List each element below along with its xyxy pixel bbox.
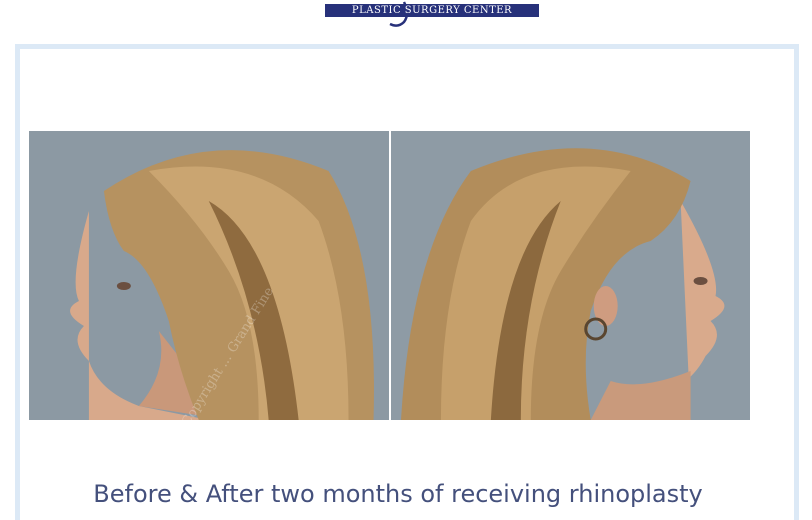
logo-wordmark[interactable]: PLASTIC SURGERY CENTER <box>325 4 539 17</box>
site-header: PLASTIC SURGERY CENTER <box>0 0 812 44</box>
after-photo[interactable] <box>390 131 750 420</box>
before-after-gallery: Copyright ... Grand Fine <box>29 131 750 420</box>
photo-caption: Before & After two months of receiving r… <box>93 480 703 508</box>
after-photo-image <box>390 131 750 420</box>
before-photo[interactable]: Copyright ... Grand Fine <box>29 131 389 420</box>
